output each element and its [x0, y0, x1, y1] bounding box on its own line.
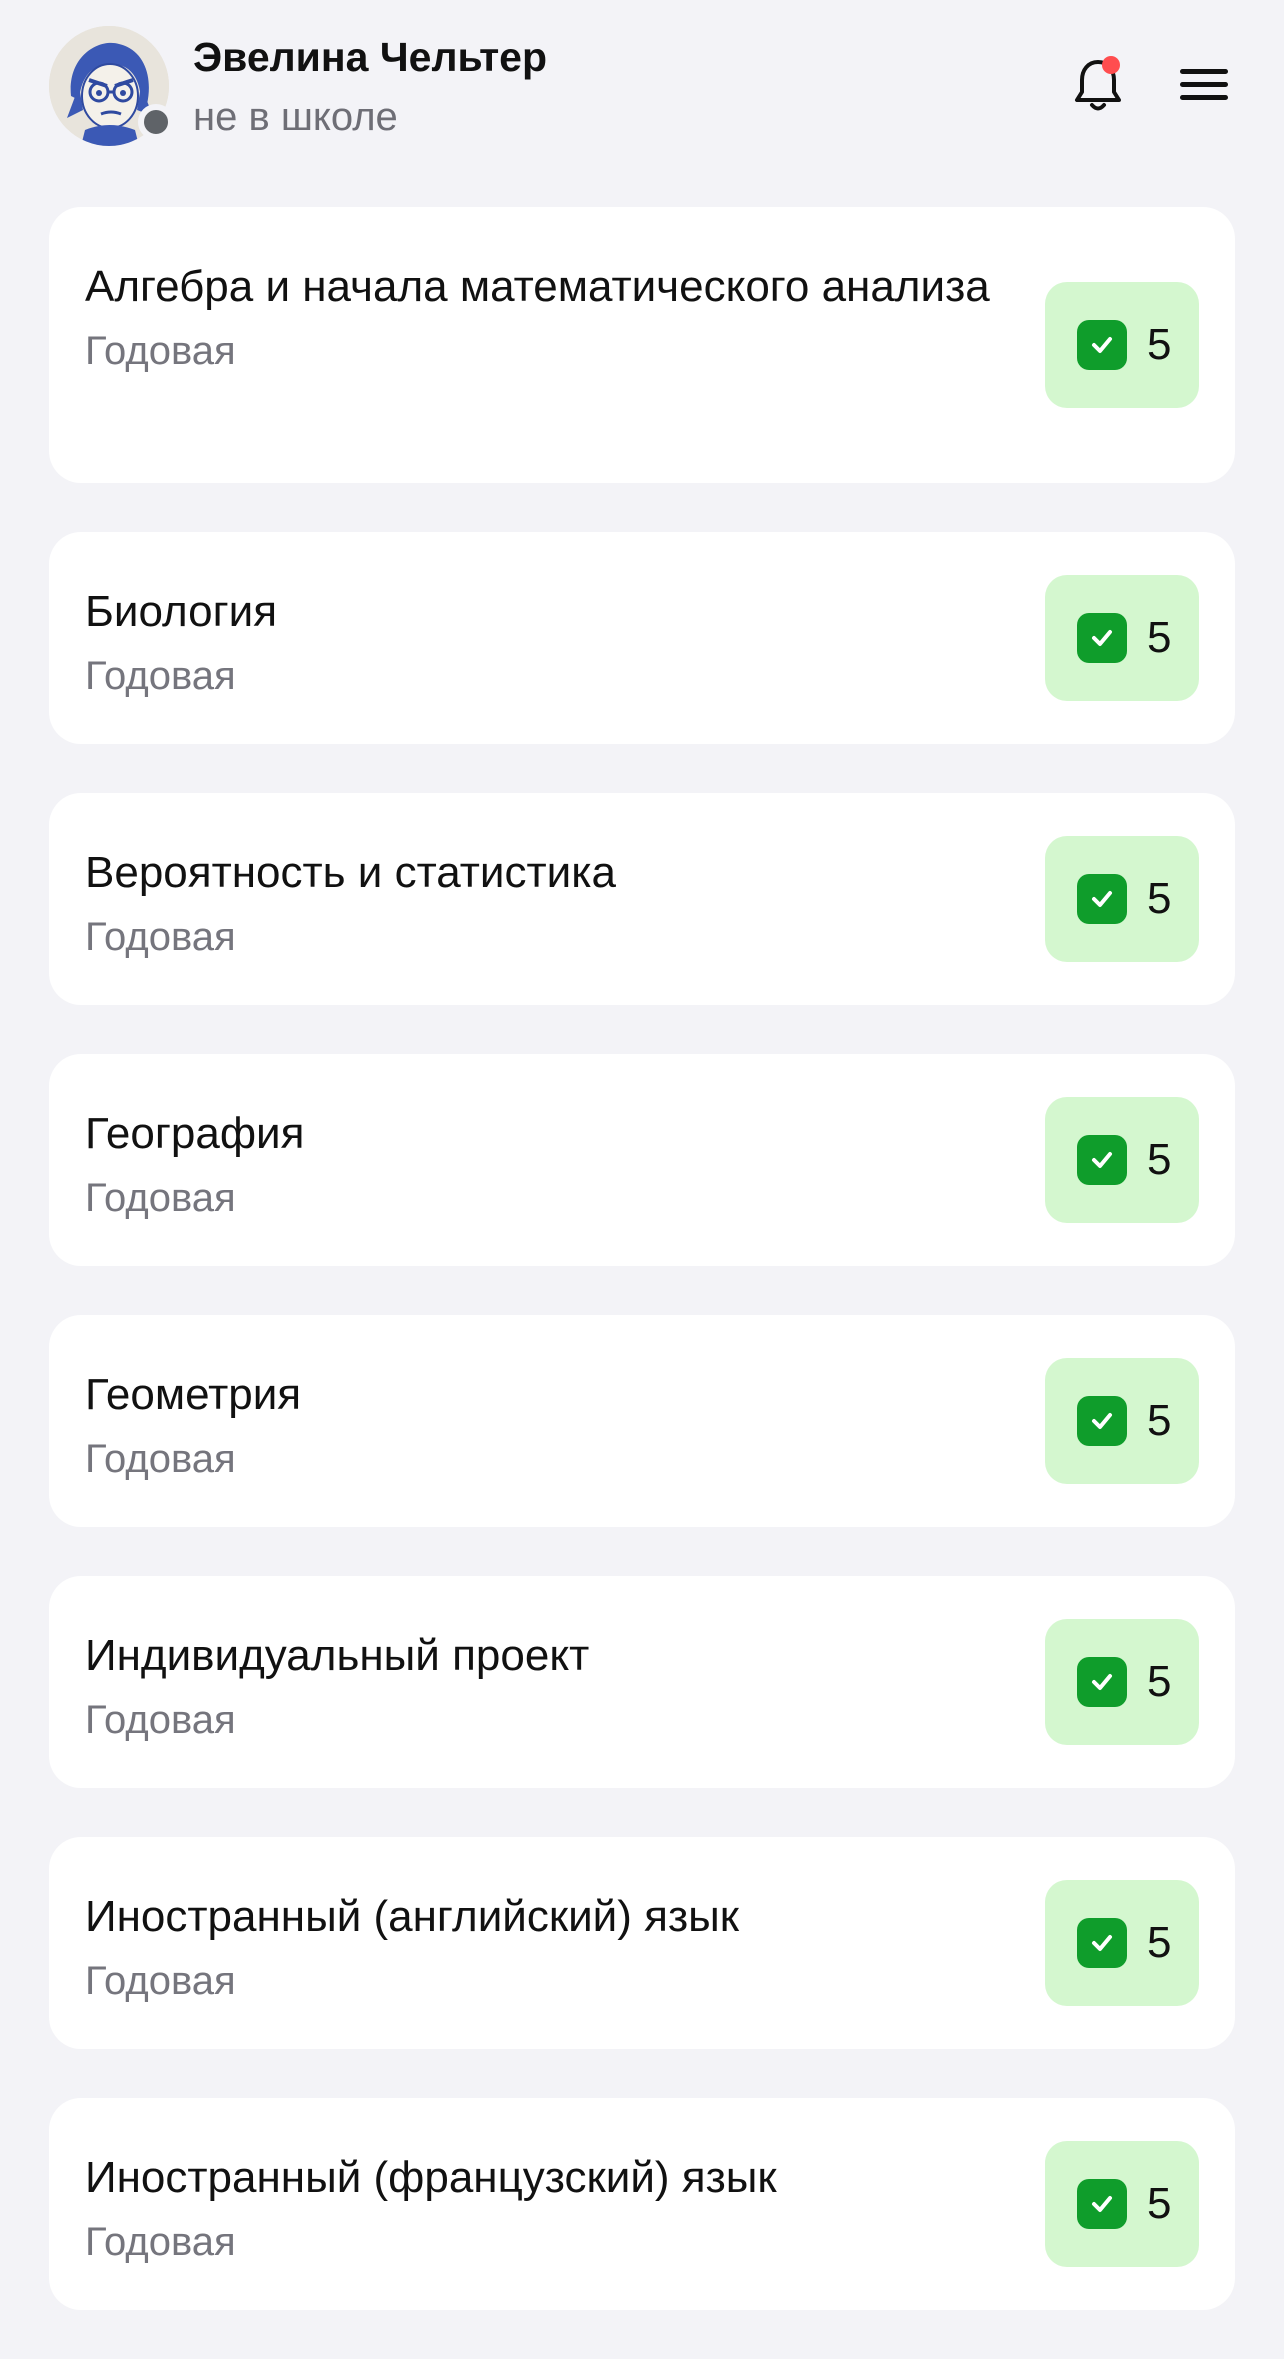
check-icon: [1077, 1396, 1127, 1446]
subject-name: Биология: [85, 587, 278, 636]
subject-name: Алгебра и начала математического анализа: [85, 262, 990, 311]
grade-value: 5: [1147, 1657, 1172, 1706]
grade-period: Годовая: [85, 1959, 236, 2003]
grade-chip: 5: [1045, 575, 1199, 701]
grade-card[interactable]: Алгебра и начала математического анализа…: [49, 207, 1235, 483]
grade-value: 5: [1147, 2179, 1172, 2228]
check-icon: [1077, 2179, 1127, 2229]
grade-value: 5: [1147, 320, 1172, 369]
grade-card[interactable]: География Годовая 5: [49, 1054, 1235, 1266]
bell-icon: [1075, 60, 1121, 111]
check-icon: [1077, 613, 1127, 663]
grade-period: Годовая: [85, 1176, 236, 1220]
grade-chip: 5: [1045, 1358, 1199, 1484]
presence-status-dot: [138, 104, 174, 140]
subject-name: Иностранный (английский) язык: [85, 1892, 740, 1941]
grade-card[interactable]: Индивидуальный проект Годовая 5: [49, 1576, 1235, 1788]
grade-card[interactable]: Геометрия Годовая 5: [49, 1315, 1235, 1527]
check-icon: [1077, 1135, 1127, 1185]
check-icon: [1077, 1918, 1127, 1968]
grade-card[interactable]: Вероятность и статистика Годовая 5: [49, 793, 1235, 1005]
grade-card[interactable]: Иностранный (английский) язык Годовая 5: [49, 1837, 1235, 2049]
grade-value: 5: [1147, 613, 1172, 662]
grade-period: Годовая: [85, 915, 236, 959]
notifications-button[interactable]: [1066, 52, 1130, 116]
user-status: не в школе: [193, 95, 398, 139]
subject-name: Иностранный (французский) язык: [85, 2153, 777, 2202]
grade-chip: 5: [1045, 836, 1199, 962]
check-icon: [1077, 874, 1127, 924]
subject-name: География: [85, 1109, 305, 1158]
grades-list: Алгебра и начала математического анализа…: [49, 207, 1235, 2359]
grade-value: 5: [1147, 1918, 1172, 1967]
grade-period: Годовая: [85, 329, 236, 373]
menu-button[interactable]: [1176, 60, 1232, 110]
hamburger-menu-icon: [1180, 69, 1228, 100]
grade-value: 5: [1147, 1396, 1172, 1445]
subject-name: Геометрия: [85, 1370, 302, 1419]
grade-period: Годовая: [85, 2220, 236, 2264]
subject-name: Вероятность и статистика: [85, 848, 616, 897]
profile-header: Эвелина Чельтер не в школе: [0, 0, 1284, 190]
subject-name: Индивидуальный проект: [85, 1631, 590, 1680]
notification-badge: [1102, 56, 1120, 74]
grade-chip: 5: [1045, 1097, 1199, 1223]
grade-chip: 5: [1045, 1880, 1199, 2006]
grade-card[interactable]: Иностранный (французский) язык Годовая 5: [49, 2098, 1235, 2310]
grade-chip: 5: [1045, 2141, 1199, 2267]
user-name: Эвелина Чельтер: [193, 34, 548, 80]
grade-value: 5: [1147, 1135, 1172, 1184]
check-icon: [1077, 1657, 1127, 1707]
grade-chip: 5: [1045, 1619, 1199, 1745]
grade-period: Годовая: [85, 654, 236, 698]
grade-period: Годовая: [85, 1437, 236, 1481]
grade-value: 5: [1147, 874, 1172, 923]
grade-card[interactable]: Биология Годовая 5: [49, 532, 1235, 744]
check-icon: [1077, 320, 1127, 370]
grade-period: Годовая: [85, 1698, 236, 1742]
grade-chip: 5: [1045, 282, 1199, 408]
